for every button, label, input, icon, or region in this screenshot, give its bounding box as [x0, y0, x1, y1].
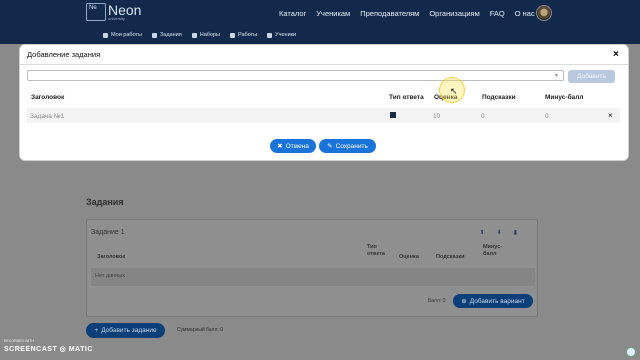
subnav-students[interactable]: Ученики: [267, 32, 296, 38]
add-task-modal: Добавление задания × ▼ Добавить Заголово…: [20, 45, 628, 160]
row-hints: 0: [481, 113, 485, 120]
no-data-text: Нет данных: [95, 273, 125, 279]
brand-name[interactable]: Neon: [108, 3, 141, 17]
menu-about[interactable]: О нас: [515, 9, 535, 18]
add-task-label: Добавить задание: [101, 327, 157, 334]
col-answer-type: Тип ответа: [389, 94, 424, 101]
document-icon: [230, 32, 235, 38]
menu-organizations[interactable]: Организациям: [429, 9, 479, 18]
task-variants-table: Заголовок Тип ответа Оценка Подсказки Ми…: [91, 244, 535, 290]
row-minus: 0: [545, 113, 549, 120]
col-minus: Минус-балл: [483, 244, 503, 257]
top-menu: Каталог Ученикам Преподавателям Организа…: [279, 9, 535, 18]
col-hints: Подсказки: [436, 254, 465, 260]
add-button[interactable]: Добавить: [568, 70, 615, 83]
add-variant-button[interactable]: ⊕ Добавить вариант: [453, 294, 533, 308]
close-icon: ✖: [277, 143, 283, 150]
col-minus: Минус-балл: [545, 94, 584, 101]
menu-students[interactable]: Ученикам: [316, 9, 350, 18]
logo-text: Ne: [89, 5, 97, 11]
row-score: 10: [433, 113, 441, 120]
divider: [20, 64, 628, 65]
remove-row-icon[interactable]: ×: [608, 111, 613, 120]
plus-icon: +: [94, 327, 99, 334]
col-hints: Подсказки: [482, 94, 516, 101]
subnav-tasks[interactable]: Задания: [151, 32, 182, 38]
subnav-label: Наборы: [199, 32, 220, 38]
help-badge-icon[interactable]: [626, 347, 636, 357]
save-button[interactable]: ✎ Сохранить: [319, 139, 376, 153]
sub-navbar: Мои работы Задания Наборы Работы Ученики: [0, 28, 640, 44]
modal-title: Добавление задания: [27, 50, 101, 59]
watermark-caption: RECORDED WITH: [4, 339, 34, 343]
task-card: Задание 1 ⬆ ⬇ ▮ Заголовок Тип ответа Оце…: [86, 219, 538, 317]
add-task-button[interactable]: + Добавить задание: [86, 323, 165, 338]
trash-icon[interactable]: ▮: [514, 229, 517, 236]
arrow-up-icon[interactable]: ⬆: [480, 229, 485, 236]
no-data-row: Нет данных: [91, 268, 535, 286]
save-label: Сохранить: [335, 142, 368, 150]
row-title: Задача №1: [30, 113, 65, 120]
table-row: Задача №1 10 0 0 ×: [27, 108, 620, 123]
task-card-header: Задание 1 ⬆ ⬇ ▮: [87, 220, 537, 244]
brand-subtitle: university: [108, 16, 125, 21]
tasks-heading: Задания: [86, 197, 124, 207]
folder-icon: [191, 32, 197, 38]
puzzle-icon: [151, 32, 157, 38]
cancel-label: Отмена: [285, 142, 309, 150]
mouse-cursor-icon: ↖: [450, 86, 458, 96]
arrow-down-icon[interactable]: ⬇: [497, 229, 502, 236]
users-icon: [267, 32, 273, 38]
cancel-button[interactable]: ✖ Отмена: [270, 139, 316, 153]
menu-teachers[interactable]: Преподавателям: [360, 9, 419, 18]
subnav-my-works[interactable]: Мои работы: [103, 32, 142, 38]
subnav-sets[interactable]: Наборы: [191, 32, 220, 38]
ball-label: Балл: 0: [428, 298, 446, 304]
avatar[interactable]: [536, 5, 552, 21]
watermark: SCREENCAST ◎ MATIC: [4, 346, 93, 353]
plus-icon: ⊕: [461, 298, 467, 305]
col-score: Оценка: [399, 254, 419, 260]
close-icon[interactable]: ×: [613, 49, 619, 60]
total-score-label: Суммарный балл: 0: [177, 327, 223, 333]
task-card-actions: ⬆ ⬇ ▮: [480, 229, 517, 236]
top-navbar: Ne Neon university Каталог Ученикам Преп…: [0, 0, 640, 28]
col-title: Заголовок: [31, 94, 65, 101]
task-select[interactable]: ▼: [27, 70, 564, 81]
col-answer-type: Тип ответа: [367, 244, 385, 257]
subnav-works[interactable]: Работы: [230, 32, 257, 38]
menu-catalog[interactable]: Каталог: [279, 9, 306, 18]
briefcase-icon: [103, 32, 108, 38]
menu-faq[interactable]: FAQ: [490, 9, 505, 18]
subnav-label: Задания: [159, 32, 182, 38]
answer-type-icon: [390, 112, 396, 118]
subnav-label: Работы: [238, 32, 258, 38]
logo[interactable]: Ne: [86, 3, 106, 21]
chevron-down-icon: ▼: [554, 73, 559, 79]
add-variant-label: Добавить вариант: [469, 297, 525, 305]
subnav-label: Мои работы: [111, 32, 142, 38]
subnav-label: Ученики: [275, 32, 297, 38]
col-title: Заголовок: [97, 254, 126, 260]
edit-icon: ✎: [327, 143, 333, 150]
task-name: Задание 1: [91, 229, 125, 236]
